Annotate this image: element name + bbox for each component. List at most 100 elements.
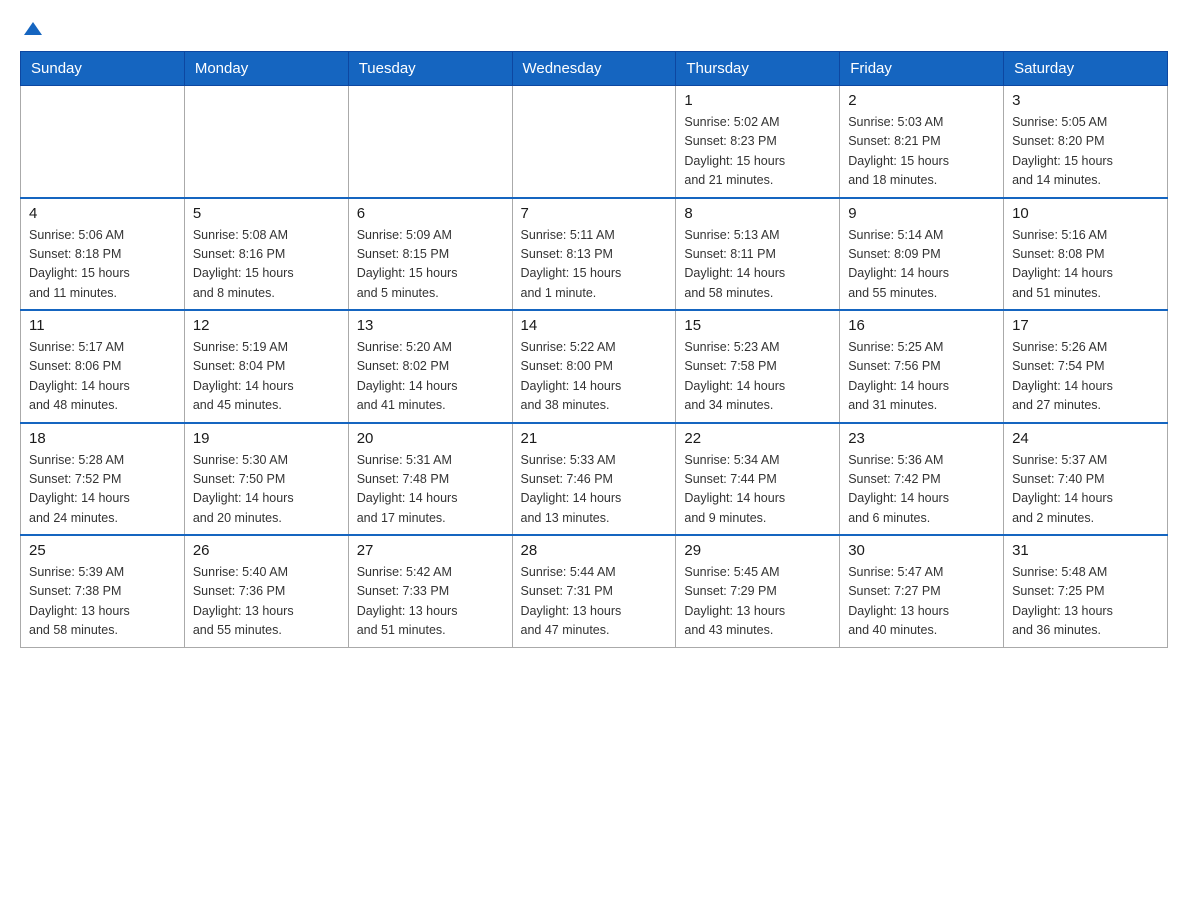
day-info: Sunrise: 5:11 AM Sunset: 8:13 PM Dayligh…	[521, 226, 668, 304]
calendar-cell	[184, 86, 348, 198]
calendar-cell: 9 Sunrise: 5:14 AM Sunset: 8:09 PM Daylig…	[840, 198, 1004, 311]
day-number: 2	[848, 92, 995, 109]
day-number: 29	[684, 542, 831, 559]
logo-triangle-icon	[24, 22, 42, 35]
weekday-header-sunday: Sunday	[21, 52, 185, 86]
calendar-cell: 15 Sunrise: 5:23 AM Sunset: 7:58 PM Dayli…	[676, 310, 840, 423]
day-number: 25	[29, 542, 176, 559]
day-info: Sunrise: 5:48 AM Sunset: 7:25 PM Dayligh…	[1012, 563, 1159, 641]
day-number: 3	[1012, 92, 1159, 109]
day-info: Sunrise: 5:47 AM Sunset: 7:27 PM Dayligh…	[848, 563, 995, 641]
calendar-cell: 23 Sunrise: 5:36 AM Sunset: 7:42 PM Dayli…	[840, 423, 1004, 536]
calendar-cell: 29 Sunrise: 5:45 AM Sunset: 7:29 PM Dayli…	[676, 535, 840, 647]
day-number: 9	[848, 205, 995, 222]
day-number: 15	[684, 317, 831, 334]
calendar-cell: 28 Sunrise: 5:44 AM Sunset: 7:31 PM Dayli…	[512, 535, 676, 647]
weekday-header-monday: Monday	[184, 52, 348, 86]
day-info: Sunrise: 5:16 AM Sunset: 8:08 PM Dayligh…	[1012, 226, 1159, 304]
day-number: 21	[521, 430, 668, 447]
day-number: 4	[29, 205, 176, 222]
calendar-cell: 3 Sunrise: 5:05 AM Sunset: 8:20 PM Daylig…	[1004, 86, 1168, 198]
day-info: Sunrise: 5:40 AM Sunset: 7:36 PM Dayligh…	[193, 563, 340, 641]
calendar-cell: 18 Sunrise: 5:28 AM Sunset: 7:52 PM Dayli…	[21, 423, 185, 536]
day-info: Sunrise: 5:08 AM Sunset: 8:16 PM Dayligh…	[193, 226, 340, 304]
day-number: 11	[29, 317, 176, 334]
day-info: Sunrise: 5:20 AM Sunset: 8:02 PM Dayligh…	[357, 338, 504, 416]
day-info: Sunrise: 5:37 AM Sunset: 7:40 PM Dayligh…	[1012, 451, 1159, 529]
calendar-cell: 5 Sunrise: 5:08 AM Sunset: 8:16 PM Daylig…	[184, 198, 348, 311]
day-number: 6	[357, 205, 504, 222]
day-info: Sunrise: 5:33 AM Sunset: 7:46 PM Dayligh…	[521, 451, 668, 529]
day-number: 19	[193, 430, 340, 447]
calendar-cell: 31 Sunrise: 5:48 AM Sunset: 7:25 PM Dayli…	[1004, 535, 1168, 647]
calendar-cell	[348, 86, 512, 198]
calendar-cell: 8Sunrise: 5:13 AM Sunset: 8:11 PM Daylig…	[676, 198, 840, 311]
weekday-header-saturday: Saturday	[1004, 52, 1168, 86]
calendar-cell: 20 Sunrise: 5:31 AM Sunset: 7:48 PM Dayli…	[348, 423, 512, 536]
day-number: 30	[848, 542, 995, 559]
day-number: 24	[1012, 430, 1159, 447]
day-info: Sunrise: 5:02 AM Sunset: 8:23 PM Dayligh…	[684, 113, 831, 191]
day-info: Sunrise: 5:17 AM Sunset: 8:06 PM Dayligh…	[29, 338, 176, 416]
day-info: Sunrise: 5:22 AM Sunset: 8:00 PM Dayligh…	[521, 338, 668, 416]
calendar-cell: 19 Sunrise: 5:30 AM Sunset: 7:50 PM Dayli…	[184, 423, 348, 536]
calendar-cell: 17Sunrise: 5:26 AM Sunset: 7:54 PM Dayli…	[1004, 310, 1168, 423]
day-number: 12	[193, 317, 340, 334]
weekday-header-thursday: Thursday	[676, 52, 840, 86]
calendar-cell: 2 Sunrise: 5:03 AM Sunset: 8:21 PM Daylig…	[840, 86, 1004, 198]
day-info: Sunrise: 5:14 AM Sunset: 8:09 PM Dayligh…	[848, 226, 995, 304]
day-number: 10	[1012, 205, 1159, 222]
calendar-cell: 6Sunrise: 5:09 AM Sunset: 8:15 PM Daylig…	[348, 198, 512, 311]
day-number: 7	[521, 205, 668, 222]
day-info: Sunrise: 5:42 AM Sunset: 7:33 PM Dayligh…	[357, 563, 504, 641]
day-info: Sunrise: 5:45 AM Sunset: 7:29 PM Dayligh…	[684, 563, 831, 641]
day-number: 16	[848, 317, 995, 334]
day-info: Sunrise: 5:44 AM Sunset: 7:31 PM Dayligh…	[521, 563, 668, 641]
day-number: 27	[357, 542, 504, 559]
day-info: Sunrise: 5:23 AM Sunset: 7:58 PM Dayligh…	[684, 338, 831, 416]
calendar-week-1: 1 Sunrise: 5:02 AM Sunset: 8:23 PM Daylig…	[21, 86, 1168, 198]
calendar-cell: 12 Sunrise: 5:19 AM Sunset: 8:04 PM Dayli…	[184, 310, 348, 423]
day-info: Sunrise: 5:36 AM Sunset: 7:42 PM Dayligh…	[848, 451, 995, 529]
day-number: 28	[521, 542, 668, 559]
day-number: 8	[684, 205, 831, 222]
calendar-week-2: 4 Sunrise: 5:06 AM Sunset: 8:18 PM Daylig…	[21, 198, 1168, 311]
day-info: Sunrise: 5:30 AM Sunset: 7:50 PM Dayligh…	[193, 451, 340, 529]
calendar-table: SundayMondayTuesdayWednesdayThursdayFrid…	[20, 51, 1168, 648]
day-info: Sunrise: 5:06 AM Sunset: 8:18 PM Dayligh…	[29, 226, 176, 304]
calendar-cell: 25Sunrise: 5:39 AM Sunset: 7:38 PM Dayli…	[21, 535, 185, 647]
calendar-cell: 26Sunrise: 5:40 AM Sunset: 7:36 PM Dayli…	[184, 535, 348, 647]
day-info: Sunrise: 5:31 AM Sunset: 7:48 PM Dayligh…	[357, 451, 504, 529]
weekday-header-wednesday: Wednesday	[512, 52, 676, 86]
day-number: 1	[684, 92, 831, 109]
day-info: Sunrise: 5:03 AM Sunset: 8:21 PM Dayligh…	[848, 113, 995, 191]
weekday-header-tuesday: Tuesday	[348, 52, 512, 86]
day-number: 18	[29, 430, 176, 447]
calendar-cell: 10 Sunrise: 5:16 AM Sunset: 8:08 PM Dayli…	[1004, 198, 1168, 311]
day-info: Sunrise: 5:34 AM Sunset: 7:44 PM Dayligh…	[684, 451, 831, 529]
page-header	[20, 20, 1168, 35]
calendar-cell: 7 Sunrise: 5:11 AM Sunset: 8:13 PM Daylig…	[512, 198, 676, 311]
calendar-week-3: 11 Sunrise: 5:17 AM Sunset: 8:06 PM Dayli…	[21, 310, 1168, 423]
calendar-week-4: 18 Sunrise: 5:28 AM Sunset: 7:52 PM Dayli…	[21, 423, 1168, 536]
calendar-cell: 1 Sunrise: 5:02 AM Sunset: 8:23 PM Daylig…	[676, 86, 840, 198]
calendar-cell: 24 Sunrise: 5:37 AM Sunset: 7:40 PM Dayli…	[1004, 423, 1168, 536]
day-number: 22	[684, 430, 831, 447]
day-number: 14	[521, 317, 668, 334]
weekday-header-row: SundayMondayTuesdayWednesdayThursdayFrid…	[21, 52, 1168, 86]
calendar-cell	[21, 86, 185, 198]
day-number: 31	[1012, 542, 1159, 559]
day-number: 23	[848, 430, 995, 447]
weekday-header-friday: Friday	[840, 52, 1004, 86]
day-number: 13	[357, 317, 504, 334]
calendar-cell: 21 Sunrise: 5:33 AM Sunset: 7:46 PM Dayli…	[512, 423, 676, 536]
calendar-cell: 11 Sunrise: 5:17 AM Sunset: 8:06 PM Dayli…	[21, 310, 185, 423]
day-number: 5	[193, 205, 340, 222]
day-info: Sunrise: 5:28 AM Sunset: 7:52 PM Dayligh…	[29, 451, 176, 529]
calendar-cell: 30 Sunrise: 5:47 AM Sunset: 7:27 PM Dayli…	[840, 535, 1004, 647]
calendar-cell: 22 Sunrise: 5:34 AM Sunset: 7:44 PM Dayli…	[676, 423, 840, 536]
day-info: Sunrise: 5:05 AM Sunset: 8:20 PM Dayligh…	[1012, 113, 1159, 191]
day-number: 20	[357, 430, 504, 447]
day-number: 17	[1012, 317, 1159, 334]
day-info: Sunrise: 5:19 AM Sunset: 8:04 PM Dayligh…	[193, 338, 340, 416]
